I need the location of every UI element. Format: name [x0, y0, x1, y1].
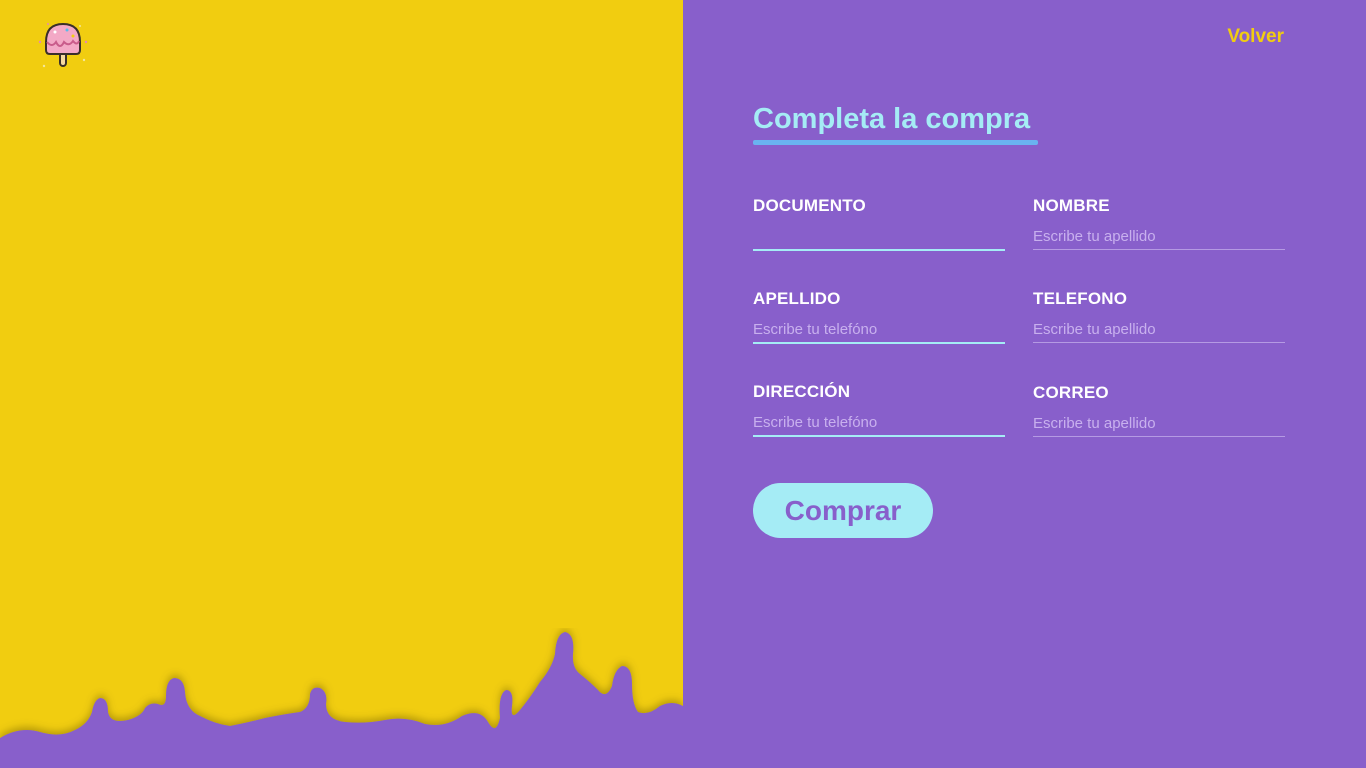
address-label: DIRECCIÓN — [753, 382, 851, 401]
document-label: DOCUMENTO — [753, 196, 866, 215]
lastname-label: APELLIDO — [753, 289, 841, 308]
document-input[interactable] — [753, 228, 1005, 251]
email-field: CORREO — [1033, 383, 1285, 437]
email-input[interactable] — [1033, 415, 1285, 437]
name-input[interactable] — [1033, 228, 1285, 250]
left-panel — [0, 0, 683, 768]
page-title: Completa la compra — [753, 103, 1031, 135]
lastname-input[interactable] — [753, 321, 1005, 344]
phone-field: TELEFONO — [1033, 289, 1285, 343]
phone-input[interactable] — [1033, 321, 1285, 343]
phone-label: TELEFONO — [1033, 289, 1128, 308]
purple-drip-decoration — [0, 632, 683, 768]
lastname-field: APELLIDO — [753, 289, 1005, 344]
document-field: DOCUMENTO — [753, 196, 1005, 251]
email-label: CORREO — [1033, 383, 1109, 402]
address-input[interactable] — [753, 414, 1005, 437]
name-field: NOMBRE — [1033, 196, 1285, 250]
title-underline — [753, 140, 1038, 145]
ice-cream-icon — [38, 22, 88, 68]
name-label: NOMBRE — [1033, 196, 1110, 215]
address-field: DIRECCIÓN — [753, 382, 1005, 437]
buy-button[interactable]: Comprar — [753, 483, 933, 538]
back-link[interactable]: Volver — [1227, 26, 1284, 48]
right-panel: Volver Completa la compra DOCUMENTO NOMB… — [683, 0, 1366, 768]
